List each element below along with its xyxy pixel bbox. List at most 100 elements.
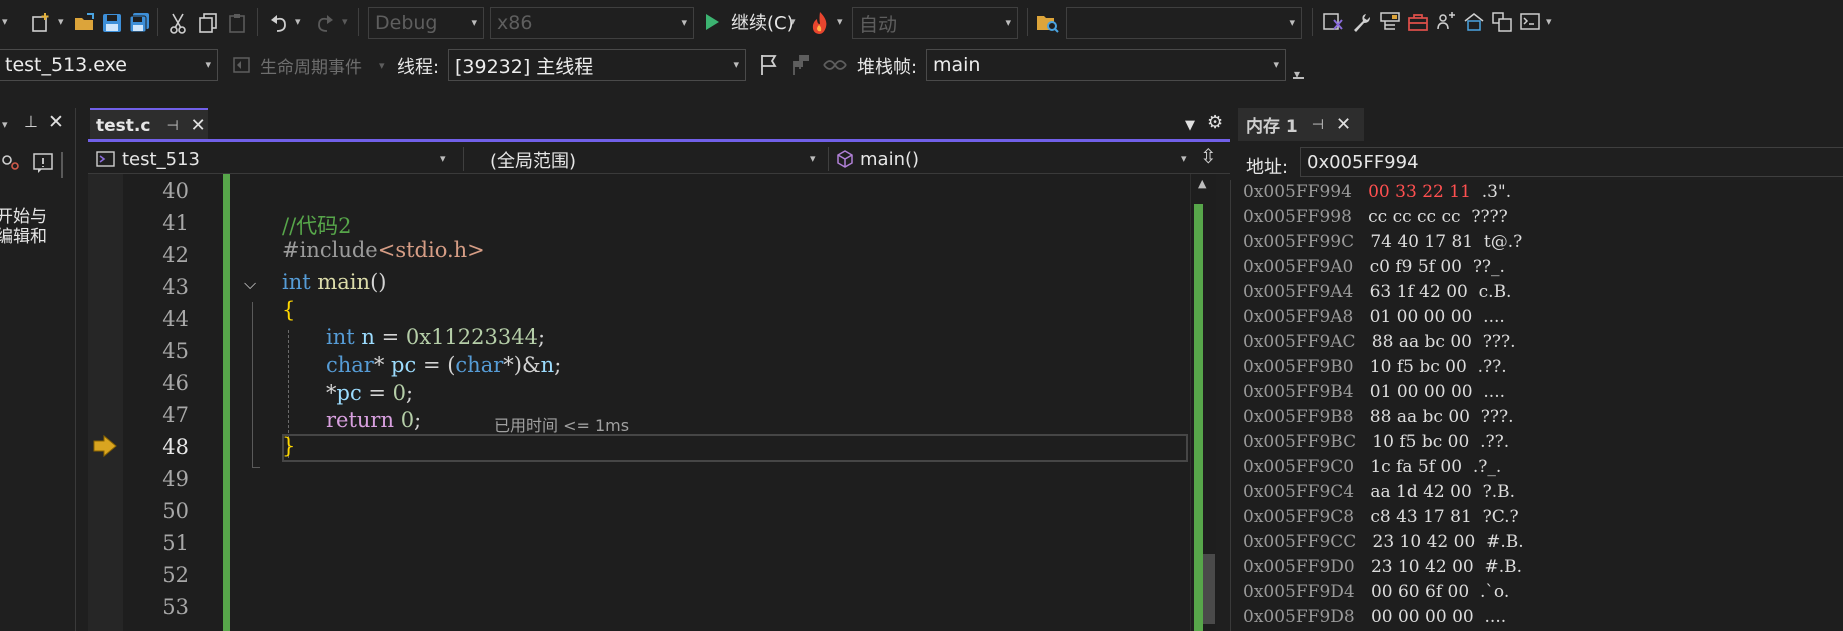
memory-byte[interactable]: 81 xyxy=(1450,507,1472,527)
memory-byte[interactable]: 5f xyxy=(1418,257,1435,277)
memory-byte[interactable]: 81 xyxy=(1451,232,1473,252)
memory-byte[interactable]: 00 xyxy=(1452,607,1474,627)
memory-byte[interactable]: 00 xyxy=(1450,482,1472,502)
project-dropdown-icon[interactable]: ▾ xyxy=(440,152,446,165)
memory-byte[interactable]: 00 xyxy=(1451,382,1473,402)
redo-icon[interactable] xyxy=(312,10,338,36)
memory-byte[interactable]: 00 xyxy=(1448,407,1470,427)
memory-byte[interactable]: 42 xyxy=(1427,532,1449,552)
auto-combo[interactable]: 自动 ▾ xyxy=(852,7,1018,39)
hot-reload-icon[interactable] xyxy=(807,9,833,37)
memory-byte[interactable]: 23 xyxy=(1371,557,1393,577)
memory-byte[interactable]: 00 xyxy=(1424,382,1446,402)
stack-frame-combo[interactable]: main ▾ xyxy=(926,49,1286,81)
save-all-icon[interactable] xyxy=(127,10,153,36)
perf-tip[interactable]: 已用时间 <= 1ms xyxy=(494,412,629,436)
lifecycle-dropdown-icon[interactable]: ▾ xyxy=(379,59,385,72)
memory-byte[interactable]: 00 xyxy=(1454,532,1476,552)
solution-configuration-combo[interactable]: Debug ▾ xyxy=(368,7,484,39)
collapse-chevron-icon[interactable]: ⌵ xyxy=(244,274,256,294)
memory-byte[interactable]: bc xyxy=(1419,357,1439,377)
window-position-icon[interactable]: ▾ xyxy=(2,118,8,131)
pin-icon[interactable]: ⊥ xyxy=(24,112,38,131)
memory-byte[interactable]: 10 xyxy=(1370,357,1392,377)
toolbar-options-icon[interactable]: ▾ xyxy=(1546,15,1552,28)
copy-icon[interactable] xyxy=(195,10,221,36)
pin-tab-icon[interactable]: ⊣ xyxy=(166,118,178,134)
memory-byte[interactable]: 10 xyxy=(1372,432,1394,452)
memory-byte[interactable]: f9 xyxy=(1395,257,1412,277)
paste-icon[interactable] xyxy=(225,10,251,36)
memory-byte[interactable]: c0 xyxy=(1370,257,1390,277)
memory-byte[interactable]: cc xyxy=(1417,207,1436,227)
redo-dropdown-icon[interactable]: ▾ xyxy=(342,15,348,28)
memory-byte[interactable]: 00 xyxy=(1371,607,1393,627)
editor-vertical-scrollbar[interactable]: ▲ xyxy=(1190,174,1216,631)
new-item-dropdown-icon[interactable]: ▾ xyxy=(58,15,64,28)
find-in-files-icon[interactable] xyxy=(1035,10,1061,36)
memory-view[interactable]: 0x005FF994 00 33 22 11 .3". 0x005FF998 c… xyxy=(1230,180,1843,631)
memory-byte[interactable]: 42 xyxy=(1419,282,1441,302)
code-editor[interactable]: ⌵ //代码2 #include<stdio.h> int main() { i… xyxy=(230,174,1190,631)
memory-byte[interactable]: 00 xyxy=(1440,257,1462,277)
memory-byte[interactable]: 00 xyxy=(1424,307,1446,327)
memory-byte[interactable]: 1c xyxy=(1370,457,1390,477)
memory-byte[interactable]: aa xyxy=(1397,407,1417,427)
memory-byte[interactable]: bc xyxy=(1423,407,1443,427)
tab-test-c[interactable]: test.c ⊣ ✕ xyxy=(90,108,208,141)
memory-byte[interactable]: aa xyxy=(1370,482,1390,502)
memory-byte[interactable]: 1f xyxy=(1397,282,1414,302)
process-combo[interactable]: test_513.exe ▾ xyxy=(0,49,218,81)
lifecycle-events-label[interactable]: 生命周期事件 xyxy=(260,53,362,78)
scope-dropdown-icon[interactable]: ▾ xyxy=(810,152,816,165)
memory-byte[interactable]: 00 xyxy=(1451,307,1473,327)
memory-byte[interactable]: 17 xyxy=(1423,507,1445,527)
undo-icon[interactable] xyxy=(266,10,292,36)
memory-byte[interactable]: 11 xyxy=(1449,182,1471,202)
function-dropdown-icon[interactable]: ▾ xyxy=(1181,152,1187,165)
open-folder-icon[interactable] xyxy=(72,10,98,36)
address-input[interactable]: 0x005FF994 xyxy=(1300,147,1843,177)
settings-gears-icon[interactable] xyxy=(0,152,22,174)
memory-byte[interactable]: 63 xyxy=(1370,282,1392,302)
info-icon[interactable] xyxy=(32,152,54,174)
memory-byte[interactable]: 22 xyxy=(1422,182,1444,202)
memory-byte[interactable]: 33 xyxy=(1395,182,1417,202)
memory-byte[interactable]: bc xyxy=(1425,332,1445,352)
memory-byte[interactable]: 10 xyxy=(1400,532,1422,552)
cut-icon[interactable] xyxy=(165,10,191,36)
undo-dropdown-icon[interactable]: ▾ xyxy=(295,15,301,28)
memory-byte[interactable]: 43 xyxy=(1396,507,1418,527)
memory-byte[interactable]: 00 xyxy=(1448,432,1470,452)
memory-byte[interactable]: 1d xyxy=(1396,482,1418,502)
solution-platform-combo[interactable]: x86 ▾ xyxy=(490,7,694,39)
memory-byte[interactable]: 00 xyxy=(1425,607,1447,627)
memory-byte[interactable]: 00 xyxy=(1371,582,1393,602)
memory-byte[interactable]: cc xyxy=(1393,207,1412,227)
memory-byte[interactable]: 88 xyxy=(1372,332,1394,352)
memory-byte[interactable]: 00 xyxy=(1446,282,1468,302)
memory-byte[interactable]: 00 xyxy=(1440,457,1462,477)
memory-byte[interactable]: 23 xyxy=(1373,532,1395,552)
memory-byte[interactable]: 00 xyxy=(1397,382,1419,402)
pin-tab-icon[interactable]: ⊣ xyxy=(1312,117,1324,133)
editor-settings-gear-icon[interactable]: ⚙ xyxy=(1207,112,1223,133)
close-tab-icon[interactable]: ✕ xyxy=(191,115,206,136)
function-dropdown[interactable]: main() xyxy=(836,147,1176,171)
glyph-margin[interactable] xyxy=(88,174,123,631)
memory-byte[interactable]: 00 xyxy=(1450,332,1472,352)
memory-byte[interactable]: 00 xyxy=(1368,182,1390,202)
memory-byte[interactable]: cc xyxy=(1368,207,1387,227)
memory-byte[interactable]: 6f xyxy=(1425,582,1442,602)
team-explorer-icon[interactable] xyxy=(1434,10,1458,34)
solution-explorer-icon[interactable] xyxy=(1378,10,1402,34)
class-view-icon[interactable] xyxy=(1321,10,1345,34)
tab-list-dropdown-icon[interactable]: ▼ xyxy=(1185,118,1195,133)
new-item-icon[interactable] xyxy=(28,10,54,36)
memory-byte[interactable]: 01 xyxy=(1370,382,1392,402)
flag-thread-icon[interactable] xyxy=(758,53,780,77)
thread-combo[interactable]: [39232] 主线程 ▾ xyxy=(448,49,746,81)
memory-byte[interactable]: c8 xyxy=(1370,507,1390,527)
memory-byte[interactable]: 10 xyxy=(1398,557,1420,577)
scrollbar-thumb[interactable] xyxy=(1203,554,1215,624)
